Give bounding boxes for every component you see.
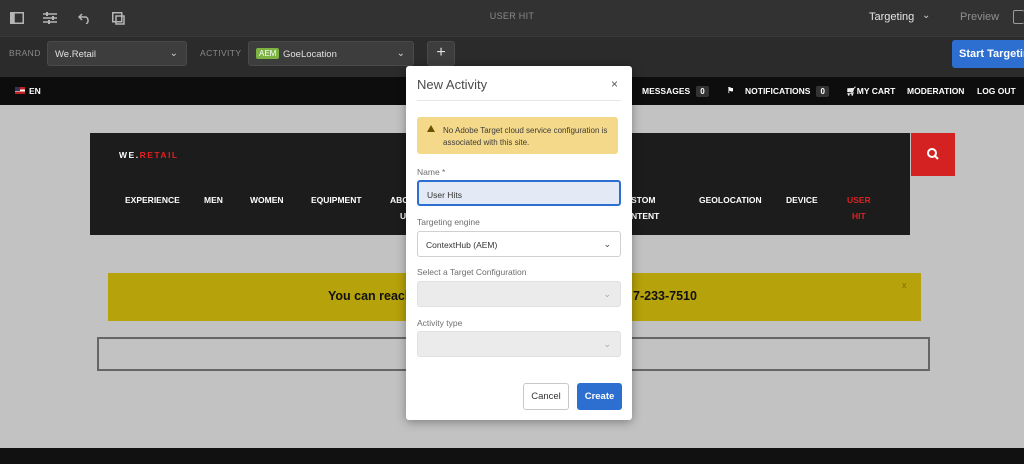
logout-link[interactable]: LOG OUT [977,86,1016,96]
activity-type-select[interactable]: ⌄ [417,331,621,357]
site-footer [0,448,1024,464]
notifications-count: 0 [816,86,829,97]
notifications-label: NOTIFICATIONS [745,86,811,96]
warning-alert: No Adobe Target cloud service configurat… [417,117,618,154]
activity-type-label: Activity type [417,318,463,328]
preview-button[interactable]: Preview [960,11,999,23]
nav-about-line2: U [400,211,407,221]
activity-label: ACTIVITY [200,48,242,58]
activity-select-value: GoeLocation [283,49,337,60]
create-button[interactable]: Create [577,383,622,410]
nav-userhit-line2: HIT [851,211,866,221]
nav-item-experience[interactable]: EXPERIENCE [125,192,180,208]
nav-userhit-line1: USER [847,195,871,205]
banner-text-left: You can reach [328,289,413,303]
nav-item-equipment[interactable]: EQUIPMENT [311,192,362,208]
targeting-engine-value: ContextHub (AEM) [426,240,498,250]
nav-item-custom-content[interactable]: STOM NTENT [631,192,659,224]
banner-close-button[interactable]: x [902,280,907,290]
chevron-down-icon: ⌄ [603,339,611,349]
annotate-icon[interactable] [1013,10,1024,24]
start-targeting-button[interactable]: Start Targeting [952,40,1024,68]
search-icon [927,148,939,160]
aem-badge: AEM [256,48,280,59]
nav-custom-line1: STOM [631,195,656,205]
flag-icon: ⚑ [727,86,735,95]
close-icon[interactable]: × [611,77,618,91]
notifications-link[interactable]: NOTIFICATIONS 0 [745,86,829,97]
nav-custom-line2: NTENT [631,211,660,221]
cart-icon: 🛒︎ [846,86,857,96]
chevron-down-icon: ⌄ [603,289,611,299]
cart-link[interactable]: 🛒︎MY CART [846,86,895,97]
banner-text-right: 7-233-7510 [633,289,697,303]
chevron-down-icon: ⌄ [169,48,178,59]
site-logo[interactable]: WE.RETAIL [119,150,179,160]
search-button[interactable] [911,133,955,176]
chevron-down-icon[interactable]: ⌄ [922,10,930,21]
targeting-engine-select[interactable]: ContextHub (AEM) ⌄ [417,231,621,257]
logo-suffix: RETAIL [139,150,179,160]
messages-label: MESSAGES [642,86,691,96]
alert-text: No Adobe Target cloud service configurat… [443,126,608,147]
chevron-down-icon: ⌄ [396,48,405,59]
target-config-label: Select a Target Configuration [417,267,527,277]
brand-select-value: We.Retail [55,49,97,60]
name-field[interactable]: User Hits [417,180,621,206]
nav-item-men[interactable]: MEN [204,192,223,208]
cancel-button[interactable]: Cancel [523,383,569,410]
messages-count: 0 [696,86,709,97]
nav-item-women[interactable]: WOMEN [250,192,284,208]
add-activity-button[interactable]: + [427,41,455,66]
warning-icon [427,125,435,132]
dialog-title: New Activity [417,77,488,92]
cart-label: MY CART [856,86,896,96]
nav-item-user-hit[interactable]: USER HIT [847,192,871,224]
nav-item-device[interactable]: DEVICE [786,192,818,208]
activity-select[interactable]: AEM GoeLocation ⌄ [248,41,414,66]
targeting-engine-label: Targeting engine [417,217,480,227]
new-activity-dialog: New Activity × No Adobe Target cloud ser… [406,66,632,420]
brand-select[interactable]: We.Retail ⌄ [47,41,187,66]
logo-prefix: WE. [119,150,140,160]
chevron-down-icon: ⌄ [603,239,611,249]
mode-selector[interactable]: Targeting [869,11,914,23]
nav-item-geolocation[interactable]: GEOLOCATION [699,192,762,208]
name-field-value: User Hits [427,190,462,200]
us-flag-icon [15,87,25,94]
editor-toolbar: USER HIT Targeting ⌄ Preview [0,0,1024,36]
moderation-link[interactable]: MODERATION [907,86,964,96]
name-label: Name * [417,167,446,177]
language-selector[interactable]: EN [29,86,41,96]
dialog-divider [417,100,621,101]
messages-link[interactable]: MESSAGES 0 [642,86,709,97]
target-config-select[interactable]: ⌄ [417,281,621,307]
brand-label: BRAND [9,48,41,58]
